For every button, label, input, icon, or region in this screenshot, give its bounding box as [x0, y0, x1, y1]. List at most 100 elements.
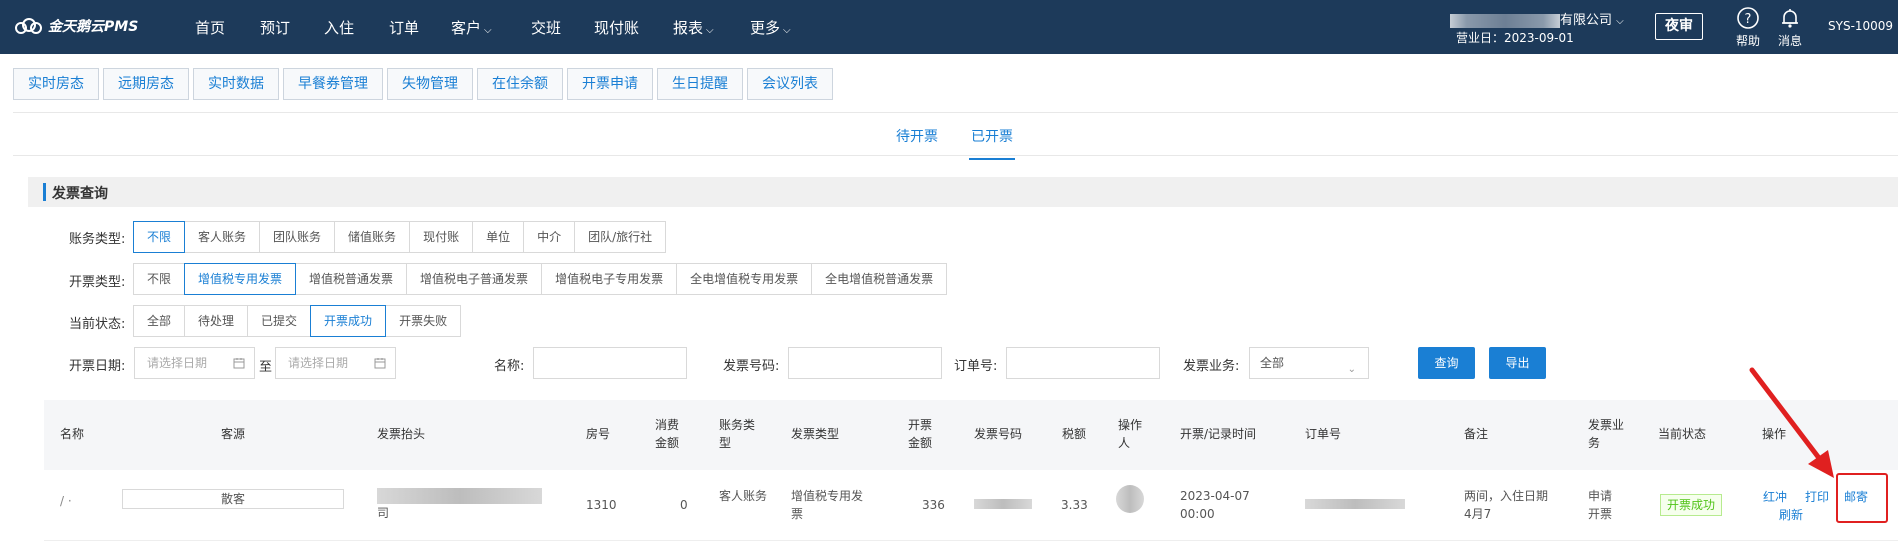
search-button[interactable]: 查询	[1418, 347, 1475, 379]
invoice-type-label: 开票类型:	[69, 275, 126, 290]
col-source: 客源	[221, 427, 246, 441]
function-tabs: 实时房态 远期房态 实时数据 早餐券管理 失物管理 在住余额 开票申请 生日提醒…	[13, 68, 833, 100]
nav-checkin[interactable]: 入住	[324, 17, 354, 38]
red-reverse-link[interactable]: 红冲	[1763, 488, 1787, 505]
tab-birthday-reminder[interactable]: 生日提醒	[657, 68, 743, 100]
export-button[interactable]: 导出	[1489, 347, 1546, 379]
col-name: 名称	[60, 427, 85, 441]
brand-name: 金天鹅云PMS	[48, 19, 139, 35]
col-invoice-title: 发票抬头	[377, 427, 426, 441]
chevron-down-icon: ⌵	[1616, 16, 1624, 27]
start-date-picker[interactable]: 请选择日期	[134, 347, 255, 379]
col-time: 开票/记录时间	[1180, 427, 1257, 441]
filter-option[interactable]: 增值税电子专用发票	[541, 263, 678, 295]
filter-option[interactable]: 已提交	[247, 305, 312, 337]
filter-option[interactable]: 增值税普通发票	[295, 263, 408, 295]
filter-option[interactable]: 开票失败	[385, 305, 462, 337]
messages-button[interactable]: 消息	[1770, 6, 1810, 49]
col-invoice-business: 发票业务	[1588, 418, 1625, 450]
col-operations: 操作	[1762, 427, 1787, 441]
filter-option[interactable]: 现付账	[409, 221, 474, 253]
print-link[interactable]: 打印	[1805, 488, 1829, 505]
tab-in-house-balance[interactable]: 在住余额	[477, 68, 563, 100]
nav-reservation[interactable]: 预订	[260, 17, 290, 38]
redacted-text	[1305, 498, 1405, 509]
status-badge: 开票成功	[1660, 494, 1723, 516]
bell-icon	[1782, 9, 1798, 28]
refresh-link[interactable]: 刷新	[1779, 506, 1803, 523]
night-audit-button[interactable]: 夜审	[1655, 13, 1703, 40]
tab-pending-invoice[interactable]: 待开票	[896, 126, 938, 146]
top-navbar: 金天鹅云PMS 首页 预订 入住 订单 客户 ⌵ 交班 现付账 报表 ⌵ 更多 ⌵ 有…	[0, 0, 1898, 54]
tab-meeting-list[interactable]: 会议列表	[747, 68, 833, 100]
tab-realtime-room-status[interactable]: 实时房态	[13, 68, 99, 100]
end-date-picker[interactable]: 请选择日期	[275, 347, 396, 379]
svg-text:?: ?	[1745, 12, 1752, 27]
tab-breakfast-voucher[interactable]: 早餐券管理	[283, 68, 383, 100]
col-order-number: 订单号	[1305, 427, 1342, 441]
business-date: 营业日：2023-09-01	[1456, 31, 1574, 45]
cloud-logo-icon	[15, 18, 42, 34]
filter-option[interactable]: 全部	[133, 305, 186, 337]
company-selector[interactable]: 有限公司 ⌵	[1450, 9, 1624, 28]
nav-customers[interactable]: 客户 ⌵	[451, 17, 492, 38]
filter-option[interactable]: 全电增值税普通发票	[811, 263, 948, 295]
filter-option[interactable]: 单位	[472, 221, 525, 253]
nav-more[interactable]: 更多 ⌵	[750, 17, 791, 38]
cell-invoice-type: 增值税专用发票	[791, 489, 864, 521]
invoice-business-select[interactable]: 全部 ⌄	[1249, 347, 1369, 379]
name-label: 名称:	[494, 359, 525, 374]
filter-option[interactable]: 不限	[133, 221, 186, 253]
filter-option[interactable]: 中介	[523, 221, 576, 253]
nav-orders[interactable]: 订单	[389, 17, 419, 38]
invoice-type-filter: 不限 增值税专用发票 增值税普通发票 增值税电子普通发票 增值税电子专用发票 全…	[133, 263, 948, 295]
tab-forward-room-status[interactable]: 远期房态	[103, 68, 189, 100]
col-invoice-amount: 开票金额	[907, 418, 932, 450]
current-status-label: 当前状态:	[69, 317, 126, 332]
redacted-text	[974, 498, 1032, 509]
filter-option[interactable]: 储值账务	[334, 221, 411, 253]
name-input[interactable]	[533, 347, 687, 379]
divider	[13, 155, 1898, 156]
order-number-input[interactable]	[1006, 347, 1160, 379]
filter-option[interactable]: 团队账务	[259, 221, 336, 253]
filter-option[interactable]: 增值税电子普通发票	[406, 263, 543, 295]
nav-shift[interactable]: 交班	[531, 17, 561, 38]
nav-cash-account[interactable]: 现付账	[594, 17, 639, 38]
filter-option[interactable]: 团队/旅行社	[574, 221, 667, 253]
nav-reports[interactable]: 报表 ⌵	[673, 17, 714, 38]
invoice-date-label: 开票日期:	[69, 359, 126, 374]
brand-logo[interactable]: 金天鹅云PMS	[14, 16, 138, 36]
system-id: SYS-10009	[1828, 19, 1894, 33]
calendar-icon	[233, 358, 245, 369]
cell-invoice-title: 司	[377, 486, 547, 522]
invoice-business-label: 发票业务:	[1183, 359, 1240, 374]
tab-realtime-data[interactable]: 实时数据	[193, 68, 279, 100]
col-invoice-number: 发票号码	[974, 427, 1023, 441]
help-button[interactable]: ? 帮助	[1728, 6, 1768, 49]
cell-source: 散客	[122, 489, 344, 509]
nav-home[interactable]: 首页	[195, 17, 225, 38]
cell-invoice-number	[974, 494, 1032, 512]
section-title: 发票查询	[52, 186, 108, 202]
filter-option[interactable]: 待处理	[184, 305, 249, 337]
filter-option[interactable]: 开票成功	[310, 305, 387, 337]
invoice-number-input[interactable]	[788, 347, 942, 379]
tab-invoice-request[interactable]: 开票申请	[567, 68, 653, 100]
cell-name: / ·	[60, 493, 72, 508]
cell-remark: 两间，入住日期4月7	[1464, 489, 1549, 521]
account-type-label: 账务类型:	[69, 232, 126, 247]
tab-lost-and-found[interactable]: 失物管理	[387, 68, 473, 100]
order-number-label: 订单号:	[954, 359, 998, 374]
cell-room: 1310	[586, 498, 617, 512]
filter-option[interactable]: 增值税专用发票	[184, 263, 297, 295]
col-operator: 操作人	[1118, 418, 1143, 450]
col-remark: 备注	[1464, 427, 1489, 441]
filter-option[interactable]: 客人账务	[184, 221, 261, 253]
filter-option[interactable]: 不限	[133, 263, 186, 295]
filter-option[interactable]: 全电增值税专用发票	[676, 263, 813, 295]
col-account-type: 账务类型	[719, 418, 756, 450]
redacted-company-name	[1450, 13, 1560, 28]
account-type-filter: 不限 客人账务 团队账务 储值账务 现付账 单位 中介 团队/旅行社	[133, 221, 667, 253]
current-status-filter: 全部 待处理 已提交 开票成功 开票失败	[133, 305, 462, 337]
